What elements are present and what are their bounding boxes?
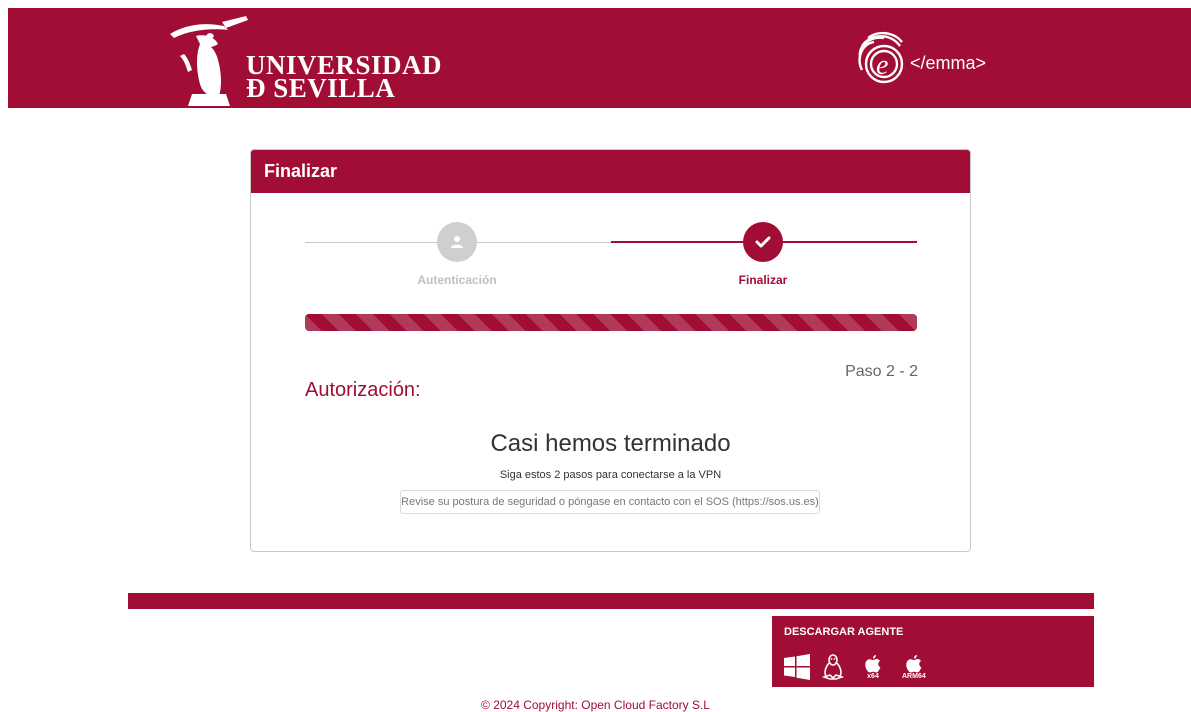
university-name-line2: Ð SEVILLA xyxy=(246,73,396,103)
arm64-tag: ARM64 xyxy=(902,673,926,680)
section-title: Autorización: xyxy=(305,379,421,401)
headline: Casi hemos terminado xyxy=(490,430,731,457)
emma-logo[interactable]: e </emma> xyxy=(854,28,1004,88)
progress-bar xyxy=(305,314,917,331)
apple-icon xyxy=(906,655,922,673)
sos-message: Revise su postura de seguridad o póngase… xyxy=(400,490,820,514)
apple-icon xyxy=(865,655,881,673)
step-label-finalize: Finalizar xyxy=(738,273,788,287)
user-icon xyxy=(451,236,463,248)
giralda-angel-icon xyxy=(170,16,248,106)
download-agent-title: DESCARGAR AGENTE xyxy=(784,626,904,638)
finalize-card: Finalizar Autenticación Finalizar Paso 2… xyxy=(250,149,971,552)
download-mac-arm64[interactable]: ARM64 xyxy=(902,654,926,684)
linux-icon xyxy=(822,654,844,680)
windows-icon xyxy=(784,654,810,680)
emma-e-icon: e xyxy=(858,31,904,84)
download-windows[interactable] xyxy=(784,654,810,684)
download-linux[interactable] xyxy=(822,654,844,684)
svg-text:e: e xyxy=(876,50,888,81)
top-banner: UNIVERSIDAD Ð SEVILLA e </emma> xyxy=(8,8,1191,108)
instruction-text: Siga estos 2 pasos para conectarse a la … xyxy=(499,469,722,481)
footer-divider xyxy=(128,593,1094,609)
step-authentication xyxy=(437,222,477,262)
step-finalize xyxy=(743,222,783,262)
check-icon xyxy=(755,236,771,248)
card-title: Finalizar xyxy=(251,150,970,193)
step-label-authentication: Autenticación xyxy=(417,273,497,287)
step-indicator: Paso 2 - 2 xyxy=(845,363,918,380)
universidad-sevilla-logo[interactable]: UNIVERSIDAD Ð SEVILLA xyxy=(166,14,442,108)
download-mac-x64[interactable]: x64 xyxy=(864,654,882,684)
copyright: © 2024 Copyright: Open Cloud Factory S.L xyxy=(481,698,710,712)
download-agent-panel: DESCARGAR AGENTE x64 ARM64 xyxy=(772,616,1094,687)
university-name: UNIVERSIDAD Ð SEVILLA xyxy=(246,52,442,103)
x64-tag: x64 xyxy=(867,673,879,680)
emma-brand-text: </emma> xyxy=(910,53,987,73)
